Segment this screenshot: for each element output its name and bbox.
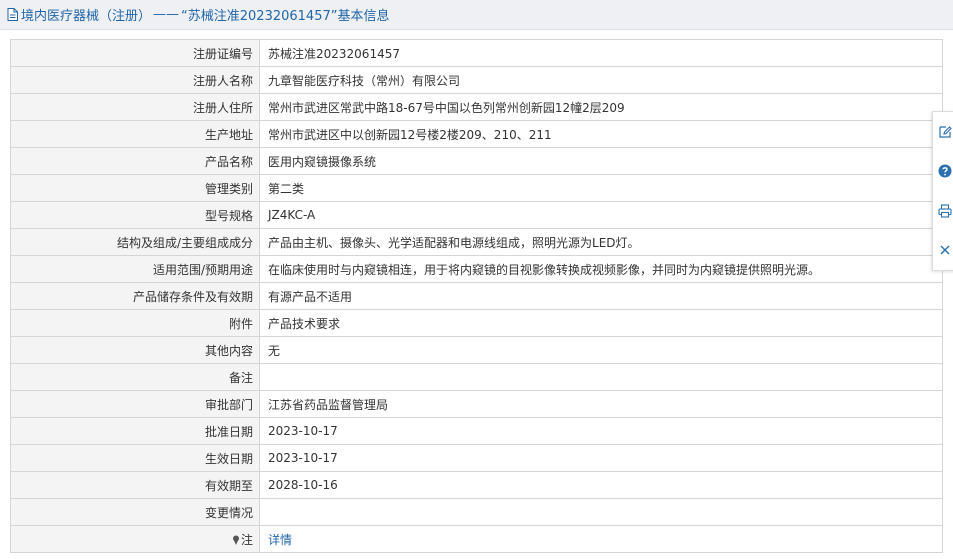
table-row-note: 注 详情 xyxy=(10,525,943,553)
table-row: 适用范围/预期用途 在临床使用时与内窥镜相连，用于将内窥镜的目视影像转换成视频影像… xyxy=(10,255,943,283)
row-value: 2028-10-16 xyxy=(259,471,943,499)
row-label: 管理类别 xyxy=(10,174,260,202)
pin-icon xyxy=(232,535,239,545)
row-label: 结构及组成/主要组成成分 xyxy=(10,228,260,256)
side-toolbar xyxy=(932,111,953,271)
row-label: 有效期至 xyxy=(10,471,260,499)
row-value: 2023-10-17 xyxy=(259,417,943,445)
table-row: 生产地址 常州市武进区中以创新园12号楼2楼209、210、211 xyxy=(10,120,943,148)
row-label: 适用范围/预期用途 xyxy=(10,255,260,283)
row-label: 注 xyxy=(10,525,260,553)
table-row: 产品储存条件及有效期 有源产品不适用 xyxy=(10,282,943,310)
row-value: 江苏省药品监督管理局 xyxy=(259,390,943,418)
table-row: 型号规格 JZ4KC-A xyxy=(10,201,943,229)
row-value: 2023-10-17 xyxy=(259,444,943,472)
row-label: 注册人名称 xyxy=(10,66,260,94)
table-row: 有效期至 2028-10-16 xyxy=(10,471,943,499)
table-row: 管理类别 第二类 xyxy=(10,174,943,202)
table-row: 结构及组成/主要组成成分 产品由主机、摄像头、光学适配器和电源线组成，照明光源为L… xyxy=(10,228,943,256)
close-icon[interactable] xyxy=(937,242,953,258)
row-value: 九章智能医疗科技（常州）有限公司 xyxy=(259,66,943,94)
registration-info-table: 注册证编号 苏械注准20232061457 注册人名称 九章智能医疗科技（常州）有限公… xyxy=(10,39,943,553)
row-value xyxy=(259,498,943,526)
row-label: 产品储存条件及有效期 xyxy=(10,282,260,310)
help-icon[interactable] xyxy=(937,163,953,179)
table-row: 备注 xyxy=(10,363,943,391)
print-icon[interactable] xyxy=(937,203,953,219)
table-row: 注册证编号 苏械注准20232061457 xyxy=(10,39,943,67)
row-label: 产品名称 xyxy=(10,147,260,175)
row-label: 附件 xyxy=(10,309,260,337)
row-label: 其他内容 xyxy=(10,336,260,364)
row-value: 在临床使用时与内窥镜相连，用于将内窥镜的目视影像转换成视频影像，并同时为内窥镜提… xyxy=(259,255,943,283)
row-label: 生产地址 xyxy=(10,120,260,148)
row-value: 有源产品不适用 xyxy=(259,282,943,310)
table-row: 审批部门 江苏省药品监督管理局 xyxy=(10,390,943,418)
table-row: 产品名称 医用内窥镜摄像系统 xyxy=(10,147,943,175)
row-label: 型号规格 xyxy=(10,201,260,229)
table-row: 变更情况 xyxy=(10,498,943,526)
row-value: 产品由主机、摄像头、光学适配器和电源线组成，照明光源为LED灯。 xyxy=(259,228,943,256)
edit-icon[interactable] xyxy=(937,124,953,140)
table-row: 其他内容无 xyxy=(10,336,943,364)
row-value: JZ4KC-A xyxy=(259,201,943,229)
document-icon xyxy=(7,8,18,21)
row-value: 无 xyxy=(259,336,943,364)
title-separator: —— xyxy=(153,7,180,22)
row-value: 第二类 xyxy=(259,174,943,202)
page-header: 境内医疗器械（注册） —— “苏械注准20232061457”基本信息 xyxy=(0,0,953,30)
row-label: 变更情况 xyxy=(10,498,260,526)
record-title: “苏械注准20232061457”基本信息 xyxy=(181,9,390,24)
table-row: 生效日期 2023-10-17 xyxy=(10,444,943,472)
row-label: 注册证编号 xyxy=(10,39,260,67)
table-row: 注册人名称 九章智能医疗科技（常州）有限公司 xyxy=(10,66,943,94)
table-row: 批准日期 2023-10-17 xyxy=(10,417,943,445)
breadcrumb-category[interactable]: 境内医疗器械（注册） xyxy=(21,5,151,24)
row-value: 苏械注准20232061457 xyxy=(259,39,943,67)
row-label: 审批部门 xyxy=(10,390,260,418)
row-label: 注册人住所 xyxy=(10,93,260,121)
row-label: 备注 xyxy=(10,363,260,391)
row-value: 产品技术要求 xyxy=(259,309,943,337)
row-label: 批准日期 xyxy=(10,417,260,445)
table-row: 注册人住所 常州市武进区常武中路18-67号中国以色列常州创新园12幢2层209 xyxy=(10,93,943,121)
note-label: 注 xyxy=(240,532,253,547)
row-value: 医用内窥镜摄像系统 xyxy=(259,147,943,175)
row-value: 详情 xyxy=(259,525,943,553)
row-value: 常州市武进区常武中路18-67号中国以色列常州创新园12幢2层209 xyxy=(259,93,943,121)
table-row: 附件 产品技术要求 xyxy=(10,309,943,337)
details-link[interactable]: 详情 xyxy=(268,533,292,547)
row-value: 常州市武进区中以创新园12号楼2楼209、210、211 xyxy=(259,120,943,148)
row-value xyxy=(259,363,943,391)
row-label: 生效日期 xyxy=(10,444,260,472)
